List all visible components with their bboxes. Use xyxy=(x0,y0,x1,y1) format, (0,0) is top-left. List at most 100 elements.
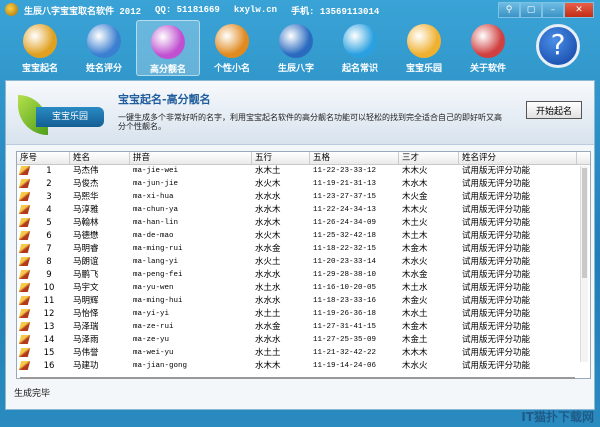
table-cell: 木木火 xyxy=(402,166,428,176)
table-cell: 11-18-22-32-15 xyxy=(313,245,377,253)
site-text: kxylw.cn xyxy=(233,5,278,15)
table-cell: 试用版无评分功能 xyxy=(462,348,531,358)
minimize-button[interactable]: – xyxy=(542,2,564,18)
table-cell: 试用版无评分功能 xyxy=(462,218,531,228)
table-cell: 木土火 xyxy=(402,218,428,228)
toolbar-button-7[interactable]: 关于软件 xyxy=(456,20,520,76)
table-row[interactable]: 4 马淳雅 ma-chun-ya 水水木 11-22-24-34-13 木木火 试用版无评分… xyxy=(17,204,590,217)
table-cell: 水水木 xyxy=(255,218,281,228)
table-cell: 2 xyxy=(17,178,70,191)
column-header[interactable]: 五格 xyxy=(310,152,399,164)
table-cell: 11-22-24-34-13 xyxy=(313,206,377,214)
table-row[interactable]: 16 马建功 ma-jian-gong 水木木 11-19-14-24-06 木水火 试用版… xyxy=(17,360,590,373)
table-cell: 马明辉 xyxy=(73,296,99,306)
table-cell: 7 xyxy=(17,243,70,256)
table-cell: 11-22-23-33-12 xyxy=(313,167,377,175)
pencil-icon xyxy=(18,270,31,279)
table-cell: 13 xyxy=(17,321,70,334)
table-cell: 水土水 xyxy=(255,283,281,293)
toolbar-button-2[interactable]: 高分靓名 xyxy=(136,20,200,76)
horizontal-scrollbar[interactable] xyxy=(20,377,575,379)
table-row[interactable]: 1 马杰伟 ma-jie-wei 水木土 11-22-23-33-12 木木火 试用版无评分… xyxy=(17,165,590,178)
table-cell: 水水水 xyxy=(255,335,281,345)
pencil-icon xyxy=(18,179,31,188)
toolbar-button-3[interactable]: 个性小名 xyxy=(200,20,264,76)
table-row[interactable]: 8 马朗谊 ma-lang-yi 水火土 11-20-23-33-14 木水火 试用版无评分… xyxy=(17,256,590,269)
status-text: 生成完毕 xyxy=(14,389,51,399)
column-header[interactable]: 三才 xyxy=(399,152,459,164)
table-cell: 水火木 xyxy=(255,179,281,189)
table-cell: 试用版无评分功能 xyxy=(462,296,531,306)
table-cell: 马泽雨 xyxy=(73,335,99,345)
vertical-scrollbar[interactable] xyxy=(580,166,588,362)
table-row[interactable]: 3 马熙华 ma-xi-hua 水水水 11-23-27-37-15 木火金 试用版无评分功… xyxy=(17,191,590,204)
table-row[interactable]: 15 马伟誉 ma-wei-yu 水土土 11-21-32-42-22 木木木 试用版无评分… xyxy=(17,347,590,360)
yin-yang-icon xyxy=(23,24,57,58)
toolbar-button-0[interactable]: 宝宝起名 xyxy=(8,20,72,76)
skin-button[interactable]: ⚲ xyxy=(498,2,520,18)
table-cell: 试用版无评分功能 xyxy=(462,166,531,176)
table-cell: 14 xyxy=(17,334,70,347)
table-row[interactable]: 11 马明辉 ma-ming-hui 水水水 11-18-23-33-16 木金火 试用版无… xyxy=(17,295,590,308)
table-cell: 11-25-32-42-18 xyxy=(313,232,377,240)
start-naming-button[interactable]: 开始起名 xyxy=(526,101,582,119)
table-cell: ma-jie-wei xyxy=(133,167,179,175)
ie-drop-icon xyxy=(343,24,377,58)
pencil-icon xyxy=(18,231,31,240)
butterfly-icon xyxy=(471,24,505,58)
row-number: 16 xyxy=(43,361,55,371)
table-cell: ma-peng-fei xyxy=(133,271,183,279)
toolbar-button-1[interactable]: 姓名评分 xyxy=(72,20,136,76)
table-row[interactable]: 7 马明睿 ma-ming-rui 水水金 11-18-22-32-15 木金木 试用版无评… xyxy=(17,243,590,256)
table-cell: 马建功 xyxy=(73,361,99,371)
table-row[interactable]: 2 马俊杰 ma-jun-jie 水火木 11-19-21-31-13 木水木 试用版无评分… xyxy=(17,178,590,191)
row-number: 7 xyxy=(46,244,52,254)
table-cell: 16 xyxy=(17,360,70,373)
window-controls: ⚲ ▢ – ✕ xyxy=(498,2,594,18)
row-number: 15 xyxy=(43,348,55,358)
table-cell: 木土木 xyxy=(402,231,428,241)
table-cell: 试用版无评分功能 xyxy=(462,192,531,202)
table-cell: 9 xyxy=(17,269,70,282)
column-header[interactable]: 序号 xyxy=(17,152,70,164)
column-header[interactable]: 姓名评分 xyxy=(459,152,577,164)
table-cell: 马德懋 xyxy=(73,231,99,241)
table-row[interactable]: 12 马怡怿 ma-yi-yi 水土土 11-19-26-36-18 木水土 试用版无评分功… xyxy=(17,308,590,321)
toolbar-button-4[interactable]: 生辰八字 xyxy=(264,20,328,76)
table-cell: 马翰林 xyxy=(73,218,99,228)
restore-button[interactable]: ▢ xyxy=(520,2,542,18)
pencil-icon xyxy=(18,348,31,357)
column-header[interactable]: 姓名 xyxy=(70,152,130,164)
table-cell: ma-han-lin xyxy=(133,219,179,227)
table-row[interactable]: 14 马泽雨 ma-ze-yu 水水水 11-27-25-35-09 木金土 试用版无评分功… xyxy=(17,334,590,347)
table-cell: 水水水 xyxy=(255,270,281,280)
table-row[interactable]: 10 马宇文 ma-yu-wen 水土水 11-16-10-20-05 木土水 试用版无评分… xyxy=(17,282,590,295)
table-cell: 马明睿 xyxy=(73,244,99,254)
table-cell: 水火木 xyxy=(255,231,281,241)
column-header[interactable]: 拼音 xyxy=(130,152,252,164)
table-cell: 10 xyxy=(17,282,70,295)
table-row[interactable]: 13 马泽瑞 ma-ze-rui 水水金 11-27-31-41-15 木金木 试用版无评分… xyxy=(17,321,590,334)
table-cell: 11-18-23-33-16 xyxy=(313,297,377,305)
table-cell: 马鹏飞 xyxy=(73,270,99,280)
table-cell: 马熙华 xyxy=(73,192,99,202)
table-cell: ma-wei-yu xyxy=(133,349,174,357)
toolbar-button-5[interactable]: 起名常识 xyxy=(328,20,392,76)
help-button[interactable]: ? xyxy=(536,24,580,68)
table-cell: 马朗谊 xyxy=(73,257,99,267)
toolbar-label: 宝宝起名 xyxy=(21,64,58,74)
table-cell: ma-jun-jie xyxy=(133,180,179,188)
table-cell: 木水金 xyxy=(402,270,428,280)
table-row[interactable]: 9 马鹏飞 ma-peng-fei 水水水 11-29-28-38-10 木水金 试用版无评… xyxy=(17,269,590,282)
table-row[interactable]: 5 马翰林 ma-han-lin 水水木 11-26-24-34-09 木土火 试用版无评分… xyxy=(17,217,590,230)
table-cell: 马淳雅 xyxy=(73,205,99,215)
table-cell: 试用版无评分功能 xyxy=(462,205,531,215)
scroll-thumb[interactable] xyxy=(582,168,587,278)
close-button[interactable]: ✕ xyxy=(564,2,594,18)
toolbar-button-6[interactable]: 宝宝乐园 xyxy=(392,20,456,76)
column-header[interactable]: 五行 xyxy=(252,152,310,164)
table-cell: ma-xi-hua xyxy=(133,193,174,201)
content-panel: 宝宝乐园 宝宝起名-高分靓名 一键生成多个非常好听的名字，利用宝宝起名软件的高分… xyxy=(5,80,595,410)
table-row[interactable]: 6 马德懋 ma-de-mao 水火木 11-25-32-42-18 木土木 试用版无评分功… xyxy=(17,230,590,243)
page-title: 宝宝起名-高分靓名 xyxy=(118,93,211,106)
